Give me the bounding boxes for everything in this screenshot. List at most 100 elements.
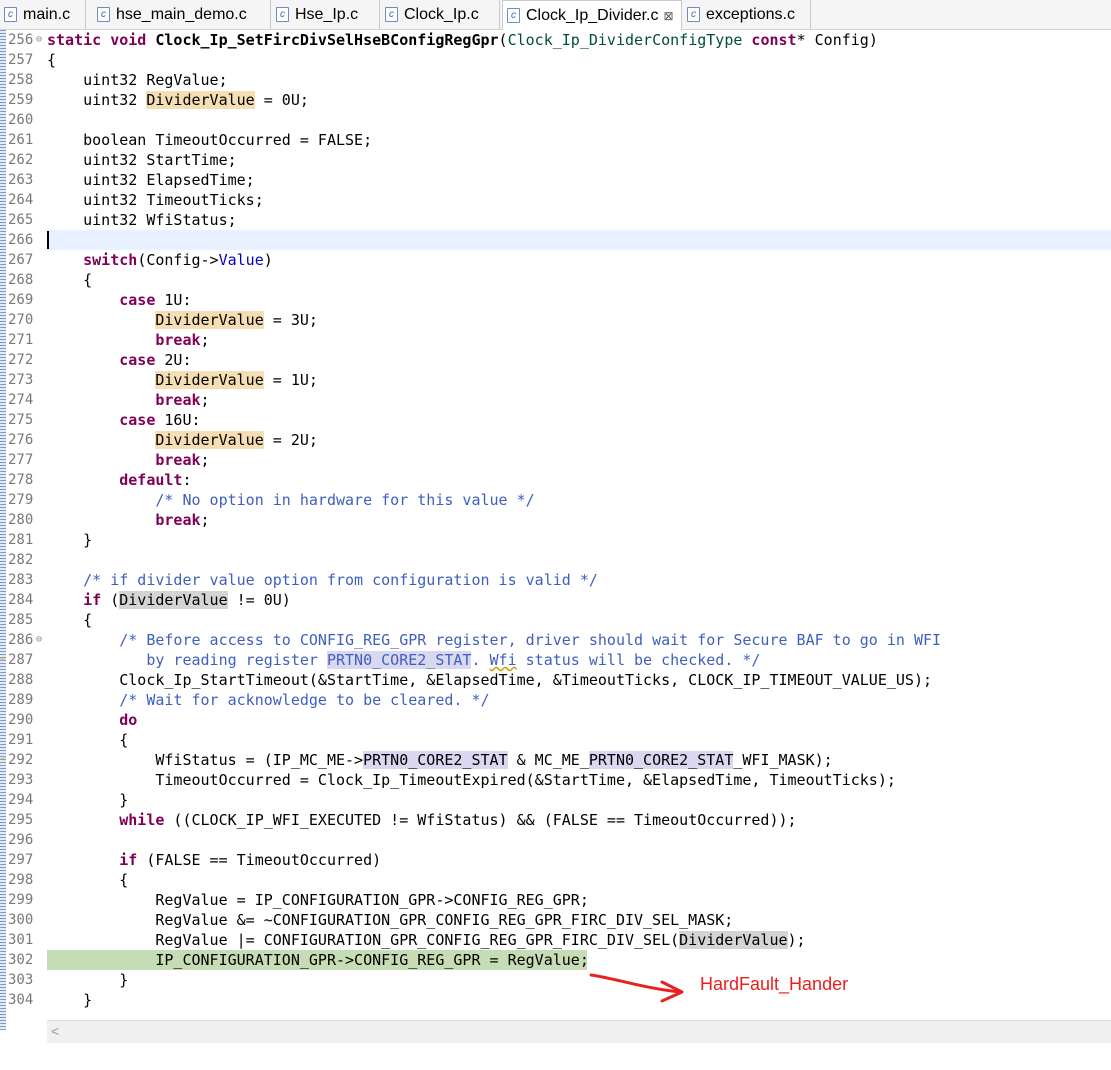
code-line: 267 switch(Config->Value) bbox=[8, 251, 273, 269]
code-line: 279 /* No option in hardware for this va… bbox=[0, 490, 1111, 510]
tab-hse-ip-c[interactable]: c Hse_Ip.c bbox=[272, 0, 380, 29]
code-line: 296 bbox=[0, 830, 1111, 850]
line-number: 263 bbox=[8, 172, 34, 188]
line-number: 298 bbox=[8, 872, 34, 888]
occurrence-highlight: DividerValue bbox=[146, 91, 255, 109]
debug-current-line: 302 IP_CONFIGURATION_GPR->CONFIG_REG_GPR… bbox=[8, 950, 589, 970]
line-number: 290 bbox=[8, 712, 34, 728]
c-file-icon: c bbox=[385, 7, 398, 22]
code-line: 259 uint32 DividerValue = 0U; bbox=[8, 91, 309, 109]
line-number: 293 bbox=[8, 772, 34, 788]
tab-main-c[interactable]: c main.c bbox=[0, 0, 86, 29]
function-name: Clock_Ip_SetFircDivSelHseBConfigRegGpr bbox=[155, 31, 499, 49]
line-number: 300 bbox=[8, 912, 34, 928]
line-number: 261 bbox=[8, 132, 34, 148]
line-number: 301 bbox=[8, 932, 34, 948]
close-tab-icon[interactable]: ⊠ bbox=[664, 9, 674, 23]
code-line: 270 DividerValue = 3U; bbox=[8, 311, 318, 329]
tab-clock-ip-c[interactable]: c Clock_Ip.c bbox=[381, 0, 500, 29]
occurrence-highlight: DividerValue bbox=[155, 311, 264, 329]
line-number: 269 bbox=[8, 292, 34, 308]
line-number: 271 bbox=[8, 332, 34, 348]
hardfault-annotation: HardFault_Hander bbox=[700, 974, 849, 994]
code-line: 268 { bbox=[8, 271, 93, 289]
line-number: 266 bbox=[8, 232, 34, 248]
line-number: 294 bbox=[8, 792, 34, 808]
annotation-marker-icon[interactable]: ⇨ bbox=[0, 653, 8, 664]
code-line: 265 uint32 WfiStatus; bbox=[8, 211, 237, 229]
tab-label: Clock_Ip.c bbox=[404, 5, 479, 23]
code-line: 300 RegValue &= ~CONFIGURATION_GPR_CONFI… bbox=[8, 911, 734, 929]
tab-label: main.c bbox=[23, 5, 71, 23]
line-number: 276 bbox=[8, 432, 34, 448]
code-line: 277 break; bbox=[8, 451, 210, 469]
line-number: 280 bbox=[8, 512, 34, 528]
occurrence-highlight: DividerValue bbox=[119, 591, 228, 609]
c-file-icon: c bbox=[97, 7, 110, 22]
line-number: 281 bbox=[8, 532, 34, 548]
c-file-icon: c bbox=[4, 7, 17, 22]
horizontal-scrollbar[interactable]: < bbox=[47, 1020, 1111, 1043]
code-line: ⇨ 287 by reading register PRTN0_CORE2_ST… bbox=[0, 651, 761, 669]
code-line: 257 { bbox=[8, 51, 57, 69]
code-line: 291 { bbox=[8, 731, 129, 749]
code-line: 264 uint32 TimeoutTicks; bbox=[8, 191, 264, 209]
code-line: 285 { bbox=[8, 611, 93, 629]
code-line: 281 } bbox=[8, 531, 93, 549]
scroll-left-icon[interactable]: < bbox=[51, 1023, 59, 1039]
code-line: 299 RegValue = IP_CONFIGURATION_GPR->CON… bbox=[8, 891, 589, 909]
fold-collapse-icon[interactable]: ⊖ bbox=[36, 30, 46, 50]
code-comment: /* if divider value option from configur… bbox=[83, 571, 598, 589]
line-number: 284 bbox=[8, 592, 34, 608]
line-number: 279 bbox=[8, 492, 34, 508]
occurrence-highlight: DividerValue bbox=[155, 371, 264, 389]
line-number: 257 bbox=[8, 52, 34, 68]
code-line: 258 uint32 RegValue; bbox=[8, 71, 228, 89]
line-number: 289 bbox=[8, 692, 34, 708]
code-line: 297 if (FALSE == TimeoutOccurred) bbox=[8, 851, 382, 869]
line-number: 283 bbox=[8, 572, 34, 588]
line-number: 273 bbox=[8, 372, 34, 388]
tab-label: Hse_Ip.c bbox=[295, 5, 359, 23]
code-line: 303 } bbox=[8, 971, 129, 989]
line-number: 288 bbox=[8, 672, 34, 688]
tab-hse-main-demo-c[interactable]: c hse_main_demo.c bbox=[93, 0, 271, 29]
code-line: 278 default: bbox=[8, 471, 192, 489]
code-line: 301 RegValue |= CONFIGURATION_GPR_CONFIG… bbox=[8, 931, 806, 949]
current-code-line: 266 bbox=[0, 230, 1111, 250]
text-caret bbox=[47, 231, 49, 249]
code-line: 280 break; bbox=[8, 511, 210, 529]
annotation-marker-icon[interactable]: ⇨ bbox=[0, 753, 8, 764]
line-number: 282 bbox=[8, 552, 34, 568]
annotation-arrow-icon bbox=[589, 973, 684, 1003]
code-line: 298 { bbox=[8, 871, 129, 889]
code-line: 256 ⊖ static void Clock_Ip_SetFircDivSel… bbox=[8, 30, 878, 50]
occurrence-highlight: DividerValue bbox=[155, 431, 264, 449]
code-line: 294 } bbox=[8, 791, 129, 809]
code-line: 274 break; bbox=[8, 391, 210, 409]
code-line: 295 while ((CLOCK_IP_WFI_EXECUTED != Wfi… bbox=[8, 811, 797, 829]
c-file-icon: c bbox=[687, 7, 700, 22]
code-line: 273 DividerValue = 1U; bbox=[8, 371, 318, 389]
code-line: 304 } bbox=[8, 991, 93, 1009]
code-line: 269 case 1U: bbox=[8, 291, 192, 309]
line-number: 265 bbox=[8, 212, 34, 228]
line-number: 272 bbox=[8, 352, 34, 368]
line-number: 302 bbox=[8, 952, 34, 968]
tab-clock-ip-divider-c[interactable]: c Clock_Ip_Divider.c ⊠ bbox=[502, 0, 682, 30]
tab-exceptions-c[interactable]: c exceptions.c bbox=[683, 0, 811, 29]
code-line: 262 uint32 StartTime; bbox=[8, 151, 237, 169]
line-number: 275 bbox=[8, 412, 34, 428]
line-number: 299 bbox=[8, 892, 34, 908]
line-number: 267 bbox=[8, 252, 34, 268]
line-number: 274 bbox=[8, 392, 34, 408]
code-editor[interactable]: 256 ⊖ static void Clock_Ip_SetFircDivSel… bbox=[0, 30, 1111, 1010]
tab-label: hse_main_demo.c bbox=[116, 5, 247, 23]
code-line: 275 case 16U: bbox=[8, 411, 201, 429]
line-number: 297 bbox=[8, 852, 34, 868]
line-number: 285 bbox=[8, 612, 34, 628]
tab-label: Clock_Ip_Divider.c bbox=[526, 6, 659, 24]
line-number: 295 bbox=[8, 812, 34, 828]
fold-collapse-icon[interactable]: ⊖ bbox=[36, 630, 46, 650]
code-line: 288 Clock_Ip_StartTimeout(&StartTime, &E… bbox=[8, 671, 933, 689]
